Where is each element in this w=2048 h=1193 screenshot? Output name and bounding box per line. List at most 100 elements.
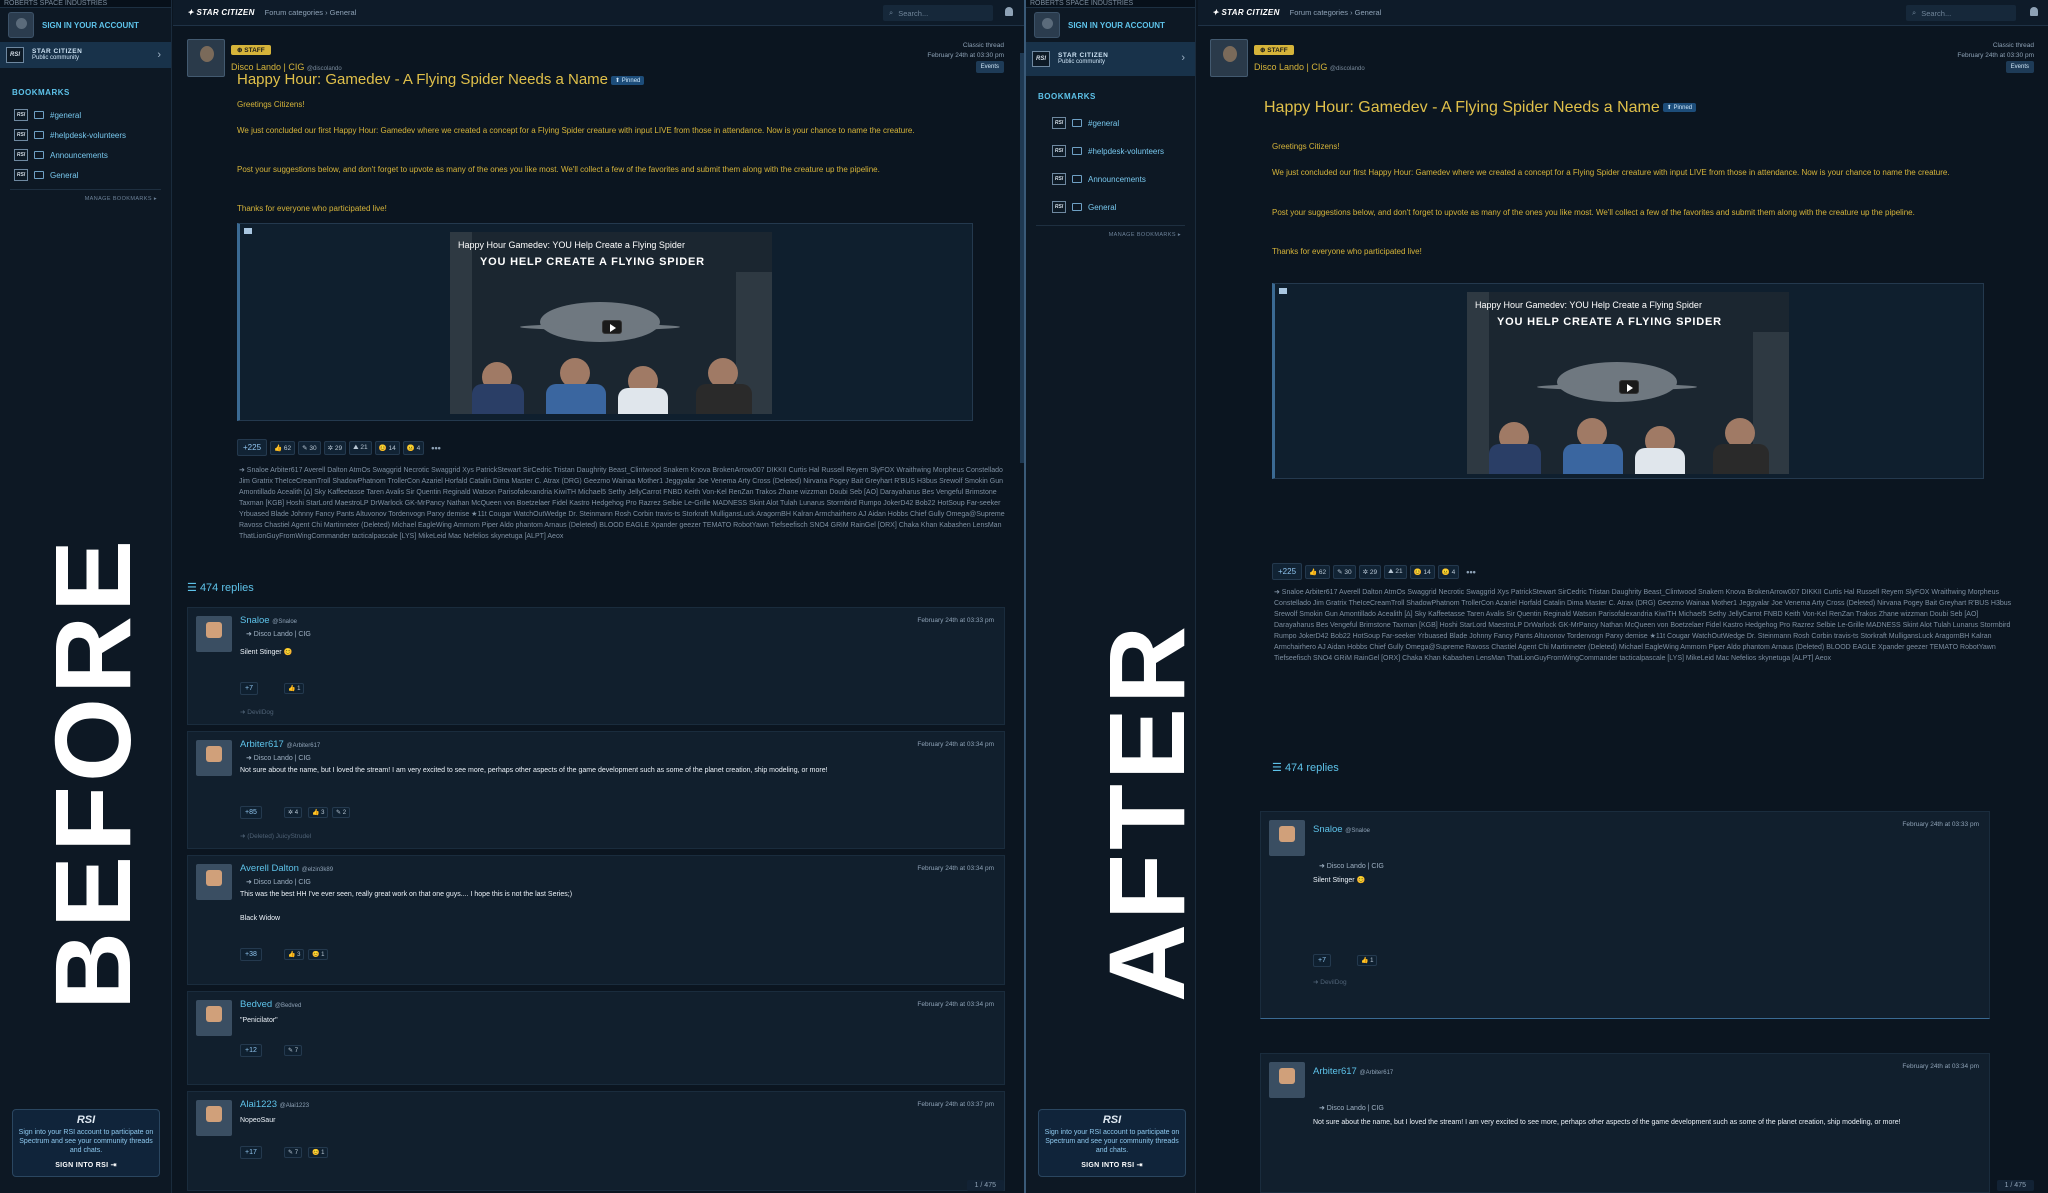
reply-upvote-button[interactable]: +85: [240, 806, 262, 819]
paragraph-2: Post your suggestions below, and don't f…: [1272, 208, 1915, 217]
reply-date: February 24th at 03:33 pm: [917, 617, 994, 624]
divider: [10, 189, 161, 190]
reply-author[interactable]: Arbiter617 @Arbiter617: [1313, 1066, 1393, 1077]
bookmark-general-forum[interactable]: RSI General: [0, 165, 171, 185]
reply-reaction[interactable]: 😊 1: [308, 949, 329, 960]
reply-upvote-button[interactable]: +7: [240, 682, 258, 695]
play-button-icon[interactable]: [602, 320, 622, 334]
reply-card: Arbiter617 @Arbiter617 February 24th at …: [1260, 1053, 1990, 1193]
notification-bell-icon[interactable]: [1005, 7, 1013, 16]
reaction-star[interactable]: ✲ 29: [1358, 564, 1382, 579]
reply-reaction[interactable]: 👍 3: [284, 949, 305, 960]
upvote-button[interactable]: +225: [237, 439, 268, 456]
manage-bookmarks-link[interactable]: MANAGE BOOKMARKS ▸: [1026, 232, 1181, 238]
more-reactions-button[interactable]: •••: [1466, 567, 1475, 577]
reaction-neutral[interactable]: 😐 4: [1437, 564, 1460, 579]
reply-upvote-button[interactable]: +7: [1313, 954, 1331, 967]
reaction-smile[interactable]: 😊 14: [374, 440, 400, 455]
reply-upvote-button[interactable]: +17: [240, 1146, 262, 1159]
community-switcher[interactable]: RSI STAR CITIZEN Public community ›: [0, 42, 171, 68]
thread-pager[interactable]: 1 / 475: [1996, 1180, 2034, 1191]
bookmark-general-forum[interactable]: RSI General: [1026, 193, 1195, 221]
reply-author[interactable]: Averell Dalton @elzin3k89: [240, 863, 333, 874]
author-avatar[interactable]: [187, 39, 225, 77]
bookmark-announcements[interactable]: RSI Announcements: [1026, 165, 1195, 193]
reply-quote[interactable]: ➜ Disco Lando | CIG: [1319, 1104, 1384, 1112]
video-embed: Happy Hour Gamedev: YOU Help Create a Fl…: [237, 223, 973, 421]
reply-avatar[interactable]: [196, 864, 232, 900]
star-citizen-logo[interactable]: ✦ STAR CITIZEN: [187, 8, 255, 17]
reply-quote[interactable]: ➜ Disco Lando | CIG: [246, 754, 311, 762]
search-input[interactable]: ⌕ Search...: [1906, 5, 2016, 21]
breadcrumb[interactable]: Forum categories › General: [1290, 8, 1382, 17]
bookmark-helpdesk[interactable]: RSI #helpdesk-volunteers: [1026, 137, 1195, 165]
reaction-thumbs[interactable]: 👍 62: [270, 440, 296, 455]
thread-pager[interactable]: 1 / 475: [966, 1180, 1004, 1191]
events-tag[interactable]: Events: [975, 61, 1004, 73]
video-icon: [1279, 288, 1287, 294]
reaction-star[interactable]: ✲ 29: [323, 440, 347, 455]
events-tag[interactable]: Events: [2005, 61, 2034, 73]
reply-author[interactable]: Snaloe @Snaloe: [1313, 824, 1370, 835]
community-switcher[interactable]: RSI STAR CITIZEN Public community ›: [1026, 42, 1195, 76]
author-label: Disco Lando | CIG: [1254, 62, 1328, 72]
bookmark-general-channel[interactable]: RSI #general: [1026, 109, 1195, 137]
reply-avatar[interactable]: [1269, 1062, 1305, 1098]
sign-in-account[interactable]: SIGN IN YOUR ACCOUNT: [0, 8, 171, 42]
reply-reaction[interactable]: 👍 3: [308, 807, 329, 818]
upvote-button[interactable]: +225: [1272, 563, 1303, 580]
top-bar: ✦ STAR CITIZEN Forum categories › Genera…: [173, 0, 1024, 26]
reply-reaction[interactable]: ✎ 2: [332, 807, 351, 818]
sign-into-rsi-button[interactable]: SIGN INTO RSI ⇥: [13, 1161, 159, 1169]
reply-reaction[interactable]: 😊 1: [308, 1147, 329, 1158]
bookmark-helpdesk[interactable]: RSI #helpdesk-volunteers: [0, 125, 171, 145]
more-reactions-button[interactable]: •••: [431, 443, 440, 453]
reply-avatar[interactable]: [196, 1100, 232, 1136]
reply-reaction[interactable]: 👍 1: [284, 683, 305, 694]
reply-reaction[interactable]: 👍 1: [1357, 955, 1378, 966]
youtube-player[interactable]: Happy Hour Gamedev: YOU Help Create a Fl…: [450, 232, 772, 414]
reply-author[interactable]: Bedved @Bedved: [240, 999, 301, 1010]
reaction-mountain[interactable]: ⛰ 21: [349, 440, 372, 455]
reaction-pencil[interactable]: ✎ 30: [298, 440, 321, 455]
reply-footer: ➜ DevilDog: [1313, 979, 1347, 986]
reaction-pencil[interactable]: ✎ 30: [1333, 564, 1356, 579]
reaction-neutral[interactable]: 😐 4: [402, 440, 425, 455]
reply-quote[interactable]: ➜ Disco Lando | CIG: [246, 630, 311, 638]
rsi-logo-icon: RSI: [6, 47, 24, 63]
youtube-player[interactable]: Happy Hour Gamedev: YOU Help Create a Fl…: [1467, 292, 1789, 474]
reply-reaction[interactable]: ✲ 4: [284, 807, 303, 818]
reply-author[interactable]: Arbiter617 @Arbiter617: [240, 739, 320, 750]
bookmark-general-channel[interactable]: RSI #general: [0, 105, 171, 125]
reply-author[interactable]: Alai1223 @Alai1223: [240, 1099, 309, 1110]
notification-bell-icon[interactable]: [2030, 7, 2038, 16]
reply-reaction[interactable]: ✎ 7: [284, 1147, 303, 1158]
tool-panel: [1467, 292, 1489, 474]
author-avatar[interactable]: [1210, 39, 1248, 77]
rsi-logo-icon: RSI: [1032, 51, 1050, 67]
author-name[interactable]: Disco Lando | CIG @discolando: [1254, 62, 1365, 72]
reply-avatar[interactable]: [196, 1000, 232, 1036]
reply-upvote-button[interactable]: +38: [240, 948, 262, 961]
breadcrumb[interactable]: Forum categories › General: [265, 8, 357, 17]
search-input[interactable]: ⌕ Search...: [883, 5, 993, 21]
reply-reaction[interactable]: ✎ 7: [284, 1045, 303, 1056]
sign-into-rsi-button[interactable]: SIGN INTO RSI ⇥: [1039, 1161, 1185, 1169]
reaction-mountain[interactable]: ⛰ 21: [1384, 564, 1407, 579]
reply-quote[interactable]: ➜ Disco Lando | CIG: [246, 878, 311, 886]
reply-author-name: Averell Dalton: [240, 863, 299, 874]
star-citizen-logo[interactable]: ✦ STAR CITIZEN: [1212, 8, 1280, 17]
reply-upvote-button[interactable]: +12: [240, 1044, 262, 1057]
reaction-smile[interactable]: 😊 14: [1409, 564, 1435, 579]
reply-author[interactable]: Snaloe @Snaloe: [240, 615, 297, 626]
play-button-icon[interactable]: [1619, 380, 1639, 394]
reply-avatar[interactable]: [1269, 820, 1305, 856]
sign-in-account[interactable]: SIGN IN YOUR ACCOUNT: [1026, 8, 1195, 42]
reply-quote[interactable]: ➜ Disco Lando | CIG: [1319, 862, 1384, 870]
reply-avatar[interactable]: [196, 740, 232, 776]
manage-bookmarks-link[interactable]: MANAGE BOOKMARKS ▸: [0, 196, 157, 202]
reaction-thumbs[interactable]: 👍 62: [1305, 564, 1331, 579]
thread-type: Classic thread: [962, 42, 1004, 49]
bookmark-announcements[interactable]: RSI Announcements: [0, 145, 171, 165]
reply-avatar[interactable]: [196, 616, 232, 652]
